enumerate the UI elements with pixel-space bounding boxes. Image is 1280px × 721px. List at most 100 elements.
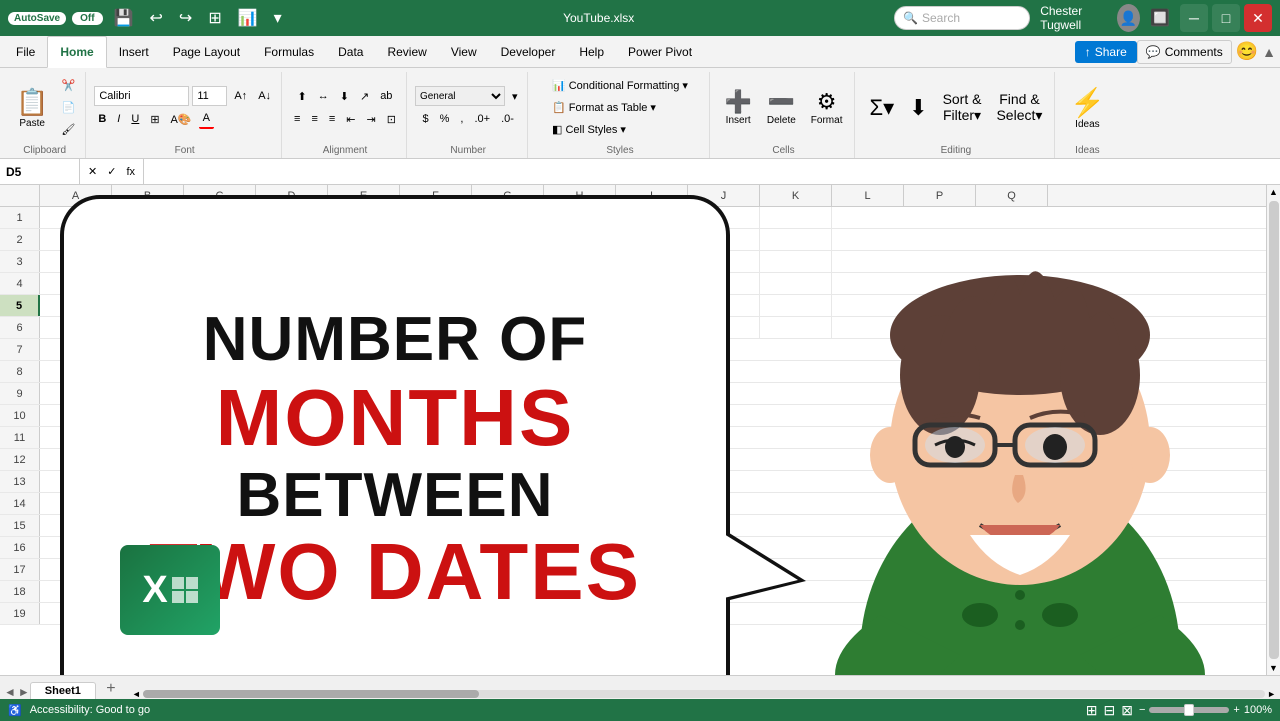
formula-input[interactable] bbox=[144, 159, 1280, 184]
cell-j5[interactable] bbox=[688, 295, 760, 316]
comments-button[interactable]: 💬 Comments bbox=[1137, 40, 1232, 64]
percent-button[interactable]: % bbox=[436, 109, 454, 129]
cell-styles-button[interactable]: ◧ Cell Styles ▾ bbox=[548, 120, 692, 140]
cell-h1[interactable] bbox=[544, 207, 616, 228]
sheet-tab-sheet1[interactable]: Sheet1 bbox=[30, 682, 96, 699]
scroll-down-button[interactable]: ▼ bbox=[1267, 661, 1280, 675]
share-button[interactable]: ↑ Share bbox=[1075, 41, 1137, 63]
cell-e5[interactable] bbox=[328, 295, 400, 316]
number-dropdown-button[interactable]: ▾ bbox=[508, 86, 522, 106]
align-middle-button[interactable]: ↔ bbox=[314, 86, 333, 106]
scroll-sheets-left[interactable]: ◄ bbox=[4, 685, 16, 699]
autosave-toggle[interactable]: Off bbox=[72, 12, 102, 25]
page-layout-button[interactable]: ⊟ bbox=[1104, 702, 1116, 719]
accounting-format-button[interactable]: $ bbox=[419, 109, 433, 129]
col-header-j[interactable]: J bbox=[688, 185, 760, 206]
tab-file[interactable]: File bbox=[4, 36, 47, 68]
tab-view[interactable]: View bbox=[439, 36, 489, 68]
cell-l1[interactable] bbox=[832, 207, 1280, 228]
cell-a16[interactable] bbox=[40, 537, 1280, 558]
cell-a1[interactable] bbox=[40, 207, 112, 228]
wrap-text-button[interactable]: ab bbox=[376, 86, 396, 106]
cell-c2[interactable] bbox=[184, 229, 256, 250]
cell-h4[interactable] bbox=[544, 273, 616, 294]
increase-indent-button[interactable]: ⇥ bbox=[363, 109, 380, 129]
cell-k4[interactable] bbox=[760, 273, 832, 294]
scroll-left-button[interactable]: ◄ bbox=[132, 689, 141, 699]
cell-d6[interactable] bbox=[256, 317, 328, 338]
cell-d5[interactable] bbox=[256, 295, 328, 316]
confirm-formula-button[interactable]: ✓ bbox=[103, 162, 120, 182]
minimize-button[interactable]: ─ bbox=[1180, 4, 1208, 32]
bold-button[interactable]: B bbox=[94, 109, 110, 129]
col-header-a[interactable]: A bbox=[40, 185, 112, 206]
qat-dropdown[interactable]: ▾ bbox=[269, 6, 287, 30]
zoom-in-icon[interactable]: + bbox=[1233, 704, 1239, 716]
cell-c5[interactable] bbox=[184, 295, 256, 316]
cell-a11[interactable] bbox=[40, 427, 1280, 448]
cell-e4[interactable] bbox=[328, 273, 400, 294]
cell-j4[interactable] bbox=[688, 273, 760, 294]
zoom-out-icon[interactable]: − bbox=[1139, 704, 1145, 716]
cell-h5[interactable] bbox=[544, 295, 616, 316]
cell-c4[interactable] bbox=[184, 273, 256, 294]
zoom-control[interactable]: − + 100% bbox=[1139, 704, 1272, 716]
cell-i2[interactable] bbox=[616, 229, 688, 250]
scroll-thumb[interactable] bbox=[1269, 201, 1279, 659]
increase-decimal-button[interactable]: .0+ bbox=[470, 109, 494, 129]
copy-button[interactable]: 📄 bbox=[57, 98, 79, 118]
cell-b4[interactable] bbox=[112, 273, 184, 294]
cell-f4[interactable] bbox=[400, 273, 472, 294]
increase-font-button[interactable]: A↑ bbox=[230, 86, 251, 106]
cell-c3[interactable] bbox=[184, 251, 256, 272]
cell-g3[interactable] bbox=[472, 251, 544, 272]
tab-review[interactable]: Review bbox=[375, 36, 438, 68]
font-size-input[interactable] bbox=[192, 86, 227, 106]
cell-a7[interactable] bbox=[40, 339, 1280, 360]
delete-cells-button[interactable]: ➖ Delete bbox=[761, 86, 802, 129]
cell-d2[interactable] bbox=[256, 229, 328, 250]
tab-page-layout[interactable]: Page Layout bbox=[161, 36, 252, 68]
tab-insert[interactable]: Insert bbox=[107, 36, 161, 68]
cell-g4[interactable] bbox=[472, 273, 544, 294]
cell-d4[interactable] bbox=[256, 273, 328, 294]
cell-b2[interactable] bbox=[112, 229, 184, 250]
cell-a17[interactable] bbox=[40, 559, 1280, 580]
cell-b3[interactable] bbox=[112, 251, 184, 272]
cell-l3[interactable] bbox=[832, 251, 1280, 272]
insert-function-button[interactable]: fx bbox=[122, 162, 139, 182]
cell-l4[interactable] bbox=[832, 273, 1280, 294]
format-as-table-button[interactable]: 📋 Format as Table ▾ bbox=[548, 98, 692, 118]
cell-d1[interactable] bbox=[256, 207, 328, 228]
cell-a6[interactable] bbox=[40, 317, 112, 338]
cell-a13[interactable] bbox=[40, 471, 1280, 492]
cell-i5[interactable] bbox=[616, 295, 688, 316]
publish-button[interactable]: 📊 bbox=[233, 6, 263, 30]
align-bottom-button[interactable]: ⬇ bbox=[336, 86, 353, 106]
align-left-button[interactable]: ≡ bbox=[290, 109, 304, 129]
autosum-button[interactable]: Σ▾ bbox=[863, 92, 900, 124]
cell-j1[interactable] bbox=[688, 207, 760, 228]
cell-c6[interactable] bbox=[184, 317, 256, 338]
underline-button[interactable]: U bbox=[127, 109, 143, 129]
cell-a5[interactable] bbox=[40, 295, 112, 316]
cell-g6[interactable] bbox=[472, 317, 544, 338]
cell-f3[interactable] bbox=[400, 251, 472, 272]
cancel-formula-button[interactable]: ✕ bbox=[84, 162, 101, 182]
format-cells-button[interactable]: ⚙ Format bbox=[805, 86, 849, 129]
comma-button[interactable]: , bbox=[456, 109, 467, 129]
cell-e2[interactable] bbox=[328, 229, 400, 250]
zoom-thumb[interactable] bbox=[1184, 704, 1194, 716]
tab-developer[interactable]: Developer bbox=[489, 36, 568, 68]
h-scroll-track[interactable] bbox=[143, 690, 1265, 698]
undo-button[interactable]: ↩ bbox=[145, 6, 168, 30]
col-header-q[interactable]: Q bbox=[976, 185, 1048, 206]
cell-j3[interactable] bbox=[688, 251, 760, 272]
cell-b6[interactable] bbox=[112, 317, 184, 338]
italic-button[interactable]: I bbox=[113, 109, 124, 129]
cell-l2[interactable] bbox=[832, 229, 1280, 250]
decrease-font-button[interactable]: A↓ bbox=[254, 86, 275, 106]
search-box[interactable]: 🔍 Search bbox=[894, 6, 1030, 30]
cell-i1[interactable] bbox=[616, 207, 688, 228]
scroll-right-button[interactable]: ► bbox=[1267, 689, 1276, 699]
